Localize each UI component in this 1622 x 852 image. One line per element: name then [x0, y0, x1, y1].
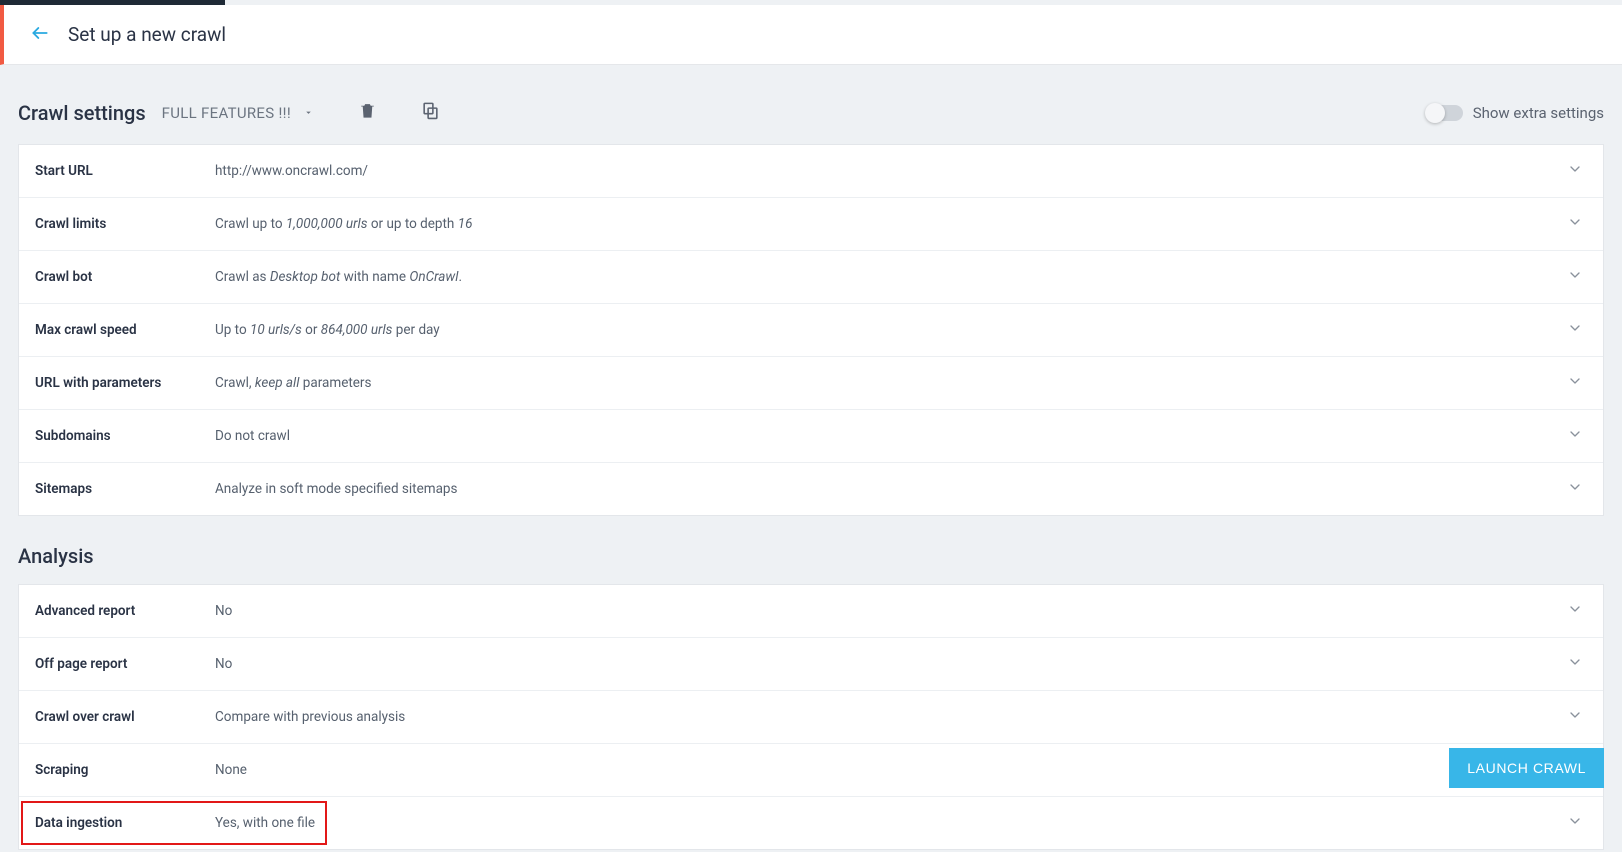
- crawl-settings-panel: Start URLhttp://www.oncrawl.com/Crawl li…: [18, 144, 1604, 516]
- page-header: Set up a new crawl: [0, 5, 1622, 65]
- back-arrow-icon[interactable]: [30, 23, 50, 47]
- crawl-settings-heading: Crawl settings: [18, 101, 146, 125]
- row-value: None: [215, 762, 1567, 778]
- row-value: No: [215, 603, 1567, 619]
- row-value: Crawl up to 1,000,000 urls or up to dept…: [215, 216, 1567, 232]
- row-value: Up to 10 urls/s or 864,000 urls per day: [215, 322, 1567, 338]
- chevron-down-icon: [1567, 707, 1583, 727]
- chevron-down-icon: [1567, 267, 1583, 287]
- analysis-row[interactable]: Off page reportNo: [19, 638, 1603, 691]
- row-value: Crawl as Desktop bot with name OnCrawl.: [215, 269, 1567, 285]
- analysis-panel: Advanced reportNoOff page reportNoCrawl …: [18, 584, 1604, 850]
- crawl-settings-row[interactable]: URL with parametersCrawl, keep all param…: [19, 357, 1603, 410]
- chevron-down-icon: [1567, 161, 1583, 181]
- analysis-row[interactable]: Advanced reportNo: [19, 585, 1603, 638]
- crawl-settings-row[interactable]: Crawl limitsCrawl up to 1,000,000 urls o…: [19, 198, 1603, 251]
- row-value: Compare with previous analysis: [215, 709, 1567, 725]
- crawl-settings-row[interactable]: SitemapsAnalyze in soft mode specified s…: [19, 463, 1603, 515]
- launch-crawl-button[interactable]: LAUNCH CRAWL: [1449, 748, 1604, 788]
- row-label: Off page report: [35, 656, 215, 672]
- row-label: Crawl bot: [35, 269, 215, 285]
- crawl-settings-row[interactable]: Max crawl speedUp to 10 urls/s or 864,00…: [19, 304, 1603, 357]
- crawl-settings-row[interactable]: Start URLhttp://www.oncrawl.com/: [19, 145, 1603, 198]
- analysis-row[interactable]: ScrapingNone: [19, 744, 1603, 797]
- extra-settings-label: Show extra settings: [1473, 104, 1604, 122]
- page-title: Set up a new crawl: [68, 23, 226, 46]
- row-label: Start URL: [35, 163, 215, 179]
- row-value: Crawl, keep all parameters: [215, 375, 1567, 391]
- extra-settings-toggle-group: Show extra settings: [1427, 104, 1604, 122]
- row-value: Yes, with one file: [215, 815, 1567, 831]
- extra-settings-toggle[interactable]: [1427, 105, 1463, 121]
- chevron-down-icon: [1567, 813, 1583, 833]
- row-label: Scraping: [35, 762, 215, 778]
- row-label: Subdomains: [35, 428, 215, 444]
- crawl-settings-row[interactable]: Crawl botCrawl as Desktop bot with name …: [19, 251, 1603, 304]
- row-value: http://www.oncrawl.com/: [215, 163, 1567, 179]
- copy-icon[interactable]: [415, 95, 446, 130]
- chevron-down-icon: [1567, 426, 1583, 446]
- analysis-heading: Analysis: [18, 544, 1604, 568]
- row-value: Analyze in soft mode specified sitemaps: [215, 481, 1567, 497]
- caret-down-icon: [303, 104, 314, 122]
- chevron-down-icon: [1567, 601, 1583, 621]
- row-label: URL with parameters: [35, 375, 215, 391]
- analysis-row[interactable]: Crawl over crawlCompare with previous an…: [19, 691, 1603, 744]
- row-label: Sitemaps: [35, 481, 215, 497]
- row-label: Advanced report: [35, 603, 215, 619]
- row-value: Do not crawl: [215, 428, 1567, 444]
- row-label: Crawl limits: [35, 216, 215, 232]
- crawl-settings-row[interactable]: SubdomainsDo not crawl: [19, 410, 1603, 463]
- row-label: Data ingestion: [35, 815, 215, 831]
- analysis-row[interactable]: Data ingestionYes, with one file: [19, 797, 1603, 849]
- row-label: Crawl over crawl: [35, 709, 215, 725]
- profile-dropdown[interactable]: FULL FEATURES !!!: [162, 104, 314, 122]
- chevron-down-icon: [1567, 654, 1583, 674]
- chevron-down-icon: [1567, 320, 1583, 340]
- chevron-down-icon: [1567, 214, 1583, 234]
- row-value: No: [215, 656, 1567, 672]
- trash-icon[interactable]: [352, 95, 383, 130]
- chevron-down-icon: [1567, 479, 1583, 499]
- crawl-settings-header: Crawl settings FULL FEATURES !!! Show ex…: [18, 95, 1604, 130]
- profile-dropdown-label: FULL FEATURES !!!: [162, 104, 291, 122]
- chevron-down-icon: [1567, 373, 1583, 393]
- row-label: Max crawl speed: [35, 322, 215, 338]
